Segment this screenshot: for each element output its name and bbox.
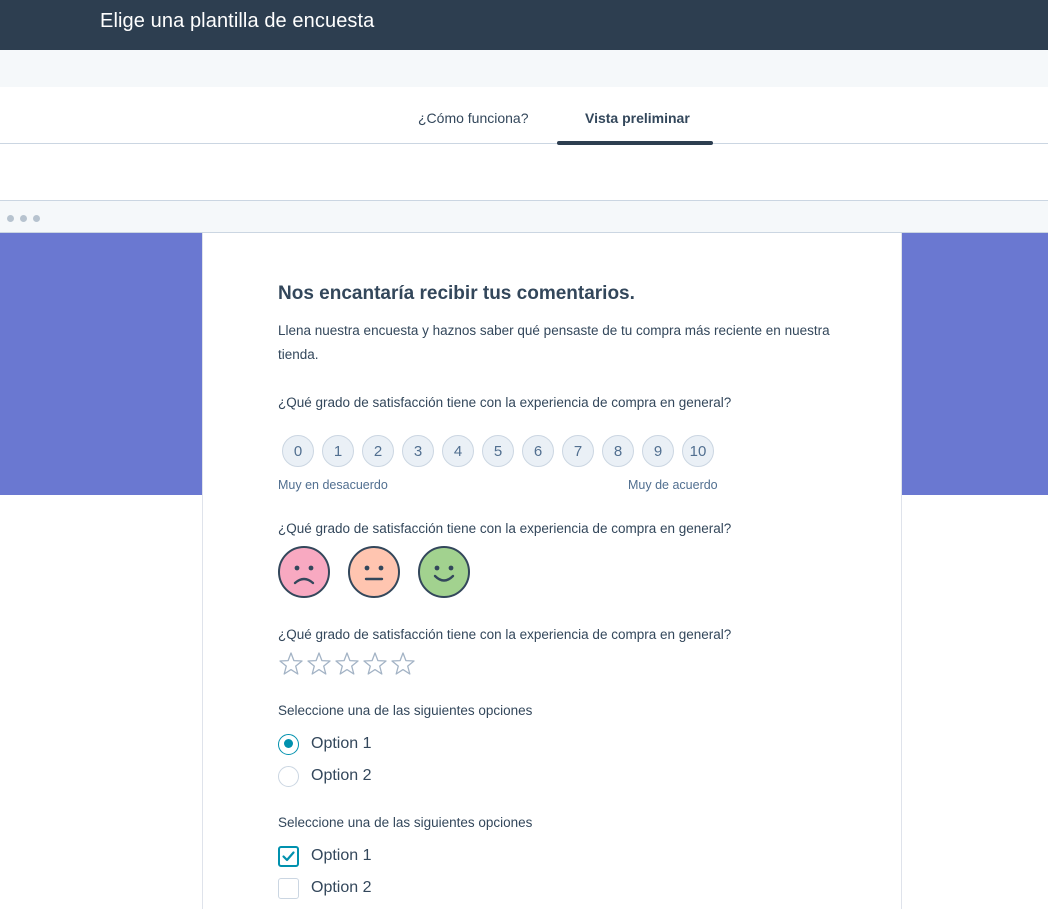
sad-face-icon[interactable] — [278, 546, 330, 598]
browser-chrome-bar — [0, 200, 1048, 233]
window-dot-icon — [7, 215, 14, 222]
window-dot-icon — [33, 215, 40, 222]
question-2-label: ¿Qué grado de satisfacción tiene con la … — [278, 521, 732, 536]
nps-option-8[interactable]: 8 — [602, 435, 634, 467]
checkbox[interactable] — [278, 877, 299, 899]
radio-button-checked[interactable] — [278, 733, 299, 755]
tab-how-it-works[interactable]: ¿Cómo funciona? — [418, 110, 529, 126]
radio-option-2[interactable]: Option 2 — [278, 765, 371, 787]
checkbox-checked[interactable] — [278, 845, 299, 867]
form-title: Nos encantaría recibir tus comentarios. — [278, 283, 635, 304]
page-title: Elige una plantilla de encuesta — [100, 10, 375, 32]
radio-option-label: Option 1 — [311, 735, 372, 752]
radio-option-1[interactable]: Option 1 — [278, 733, 371, 755]
window-dot-icon — [20, 215, 27, 222]
star-icon[interactable] — [306, 651, 332, 677]
form-description: Llena nuestra encuesta y haznos saber qu… — [278, 323, 830, 362]
question-3-label: ¿Qué grado de satisfacción tiene con la … — [278, 627, 732, 642]
tab-bar: ¿Cómo funciona? Vista preliminar — [0, 87, 1048, 145]
checkbox-option-label: Option 2 — [311, 879, 372, 896]
nps-high-label: Muy de acuerdo — [628, 478, 718, 492]
star-icon[interactable] — [362, 651, 388, 677]
question-1-label: ¿Qué grado de satisfacción tiene con la … — [278, 395, 732, 410]
radio-option-label: Option 2 — [311, 767, 372, 784]
star-icon[interactable] — [390, 651, 416, 677]
question-5-label: Seleccione una de las siguientes opcione… — [278, 815, 533, 830]
question-4-label: Seleccione una de las siguientes opcione… — [278, 703, 533, 718]
nps-option-6[interactable]: 6 — [522, 435, 554, 467]
checkbox-option-label: Option 1 — [311, 847, 372, 864]
tab-preview[interactable]: Vista preliminar — [585, 110, 690, 126]
nps-option-5[interactable]: 5 — [482, 435, 514, 467]
nps-option-7[interactable]: 7 — [562, 435, 594, 467]
checkbox-option-2[interactable]: Option 2 — [278, 877, 371, 899]
survey-card: Nos encantaría recibir tus comentarios. … — [202, 233, 902, 909]
neutral-face-icon[interactable] — [348, 546, 400, 598]
nps-option-3[interactable]: 3 — [402, 435, 434, 467]
nps-option-4[interactable]: 4 — [442, 435, 474, 467]
sub-bar — [0, 50, 1048, 87]
happy-face-icon[interactable] — [418, 546, 470, 598]
nps-option-1[interactable]: 1 — [322, 435, 354, 467]
active-tab-indicator — [557, 141, 713, 145]
nps-option-2[interactable]: 2 — [362, 435, 394, 467]
nps-option-9[interactable]: 9 — [642, 435, 674, 467]
app-header: Elige una plantilla de encuesta — [0, 0, 1048, 50]
checkmark-icon — [282, 850, 295, 861]
nps-option-10[interactable]: 10 — [682, 435, 714, 467]
star-icon[interactable] — [334, 651, 360, 677]
survey-preview: Nos encantaría recibir tus comentarios. … — [0, 233, 1048, 909]
checkbox-option-1[interactable]: Option 1 — [278, 845, 371, 867]
radio-button[interactable] — [278, 765, 299, 787]
star-icon[interactable] — [278, 651, 304, 677]
nps-low-label: Muy en desacuerdo — [278, 478, 388, 492]
nps-option-0[interactable]: 0 — [282, 435, 314, 467]
